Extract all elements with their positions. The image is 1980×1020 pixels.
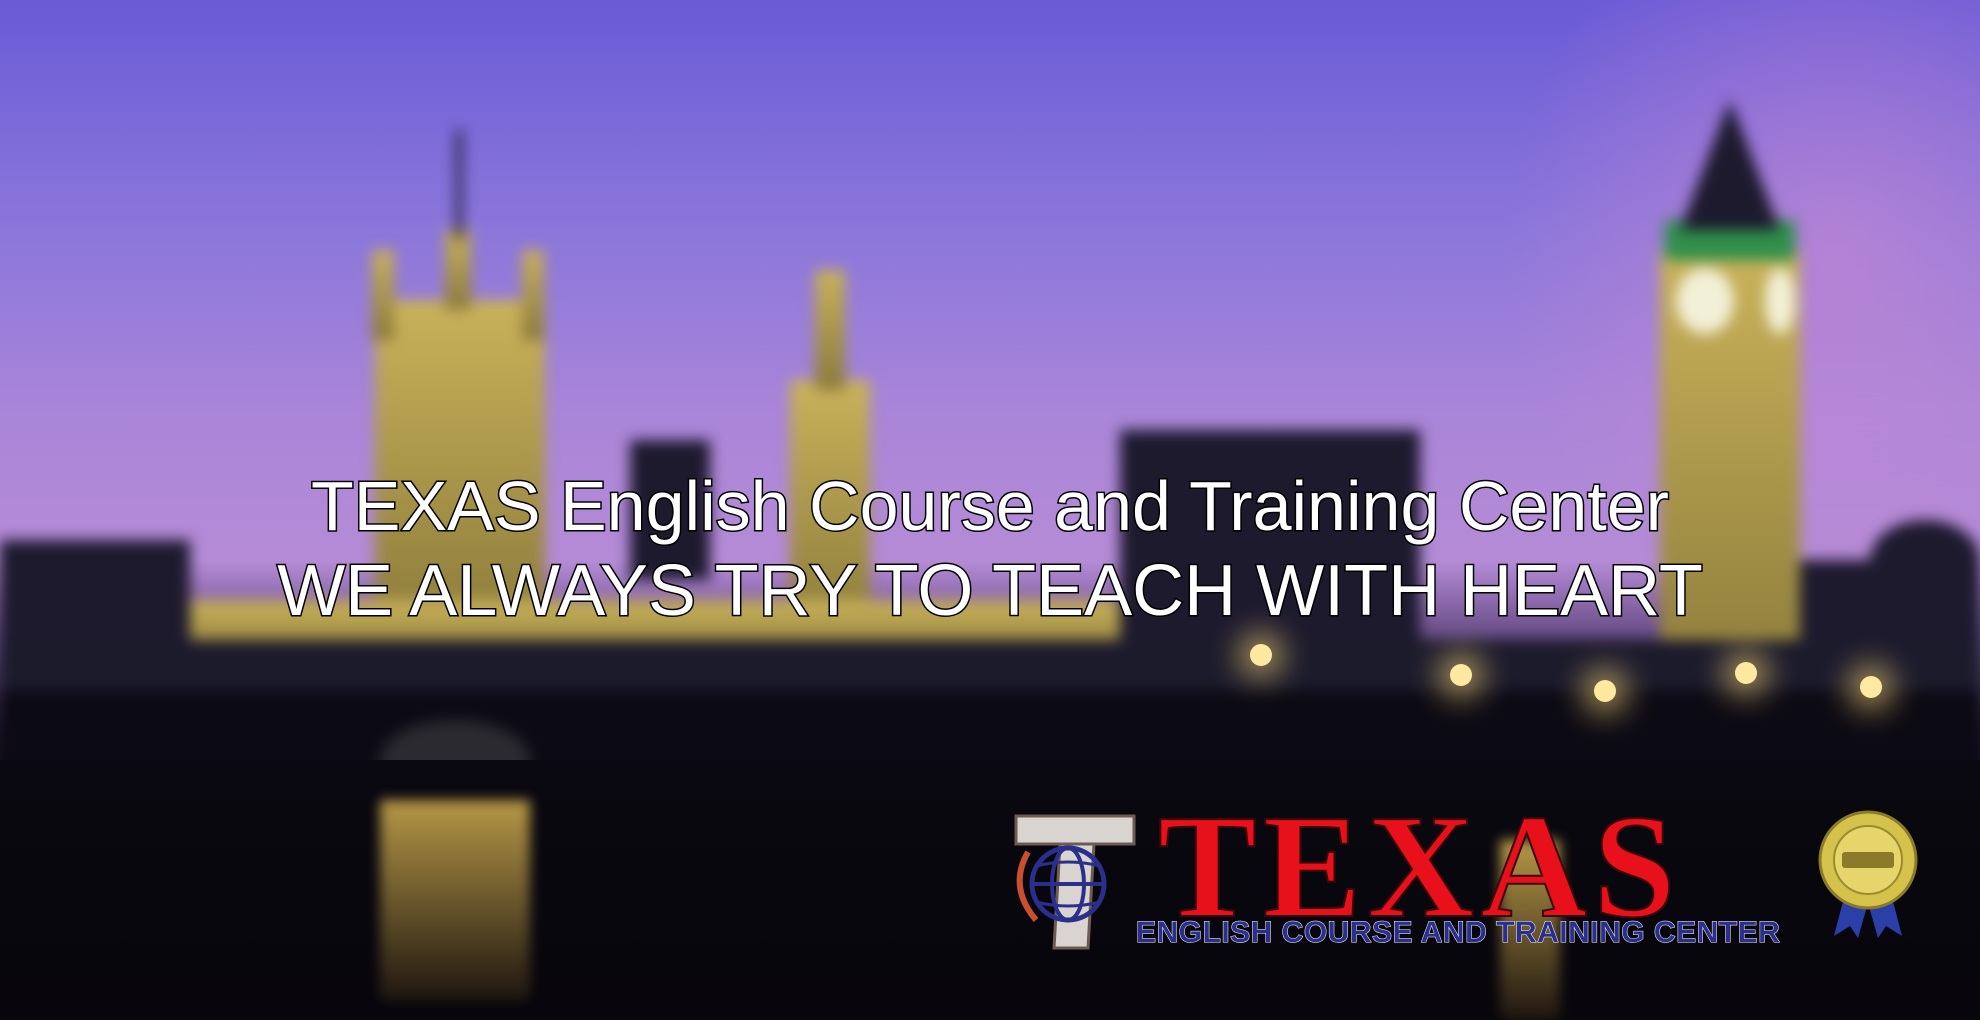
headline-title: TEXAS English Course and Training Center bbox=[310, 466, 1671, 547]
award-seal-icon bbox=[1816, 810, 1920, 940]
globe-t-icon bbox=[1008, 812, 1138, 952]
headline-slogan: WE ALWAYS TRY TO TEACH WITH HEART bbox=[276, 550, 1705, 633]
texas-logo: TEXAS ENGLISH COURSE AND TRAINING CENTER bbox=[1008, 784, 1920, 964]
logo-subtitle: ENGLISH COURSE AND TRAINING CENTER bbox=[1135, 916, 1781, 950]
